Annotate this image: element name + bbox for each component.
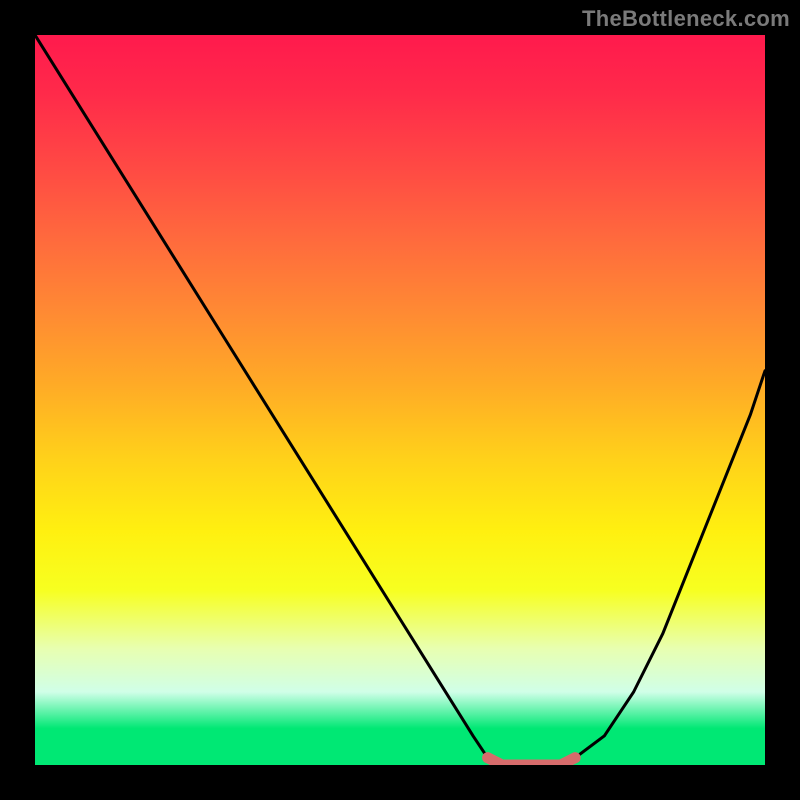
watermark-text: TheBottleneck.com <box>582 6 790 32</box>
plot-area <box>35 35 765 765</box>
plateau-marker <box>488 758 576 765</box>
bottleneck-curve <box>35 35 765 765</box>
curve-svg <box>35 35 765 765</box>
chart-frame: TheBottleneck.com <box>0 0 800 800</box>
